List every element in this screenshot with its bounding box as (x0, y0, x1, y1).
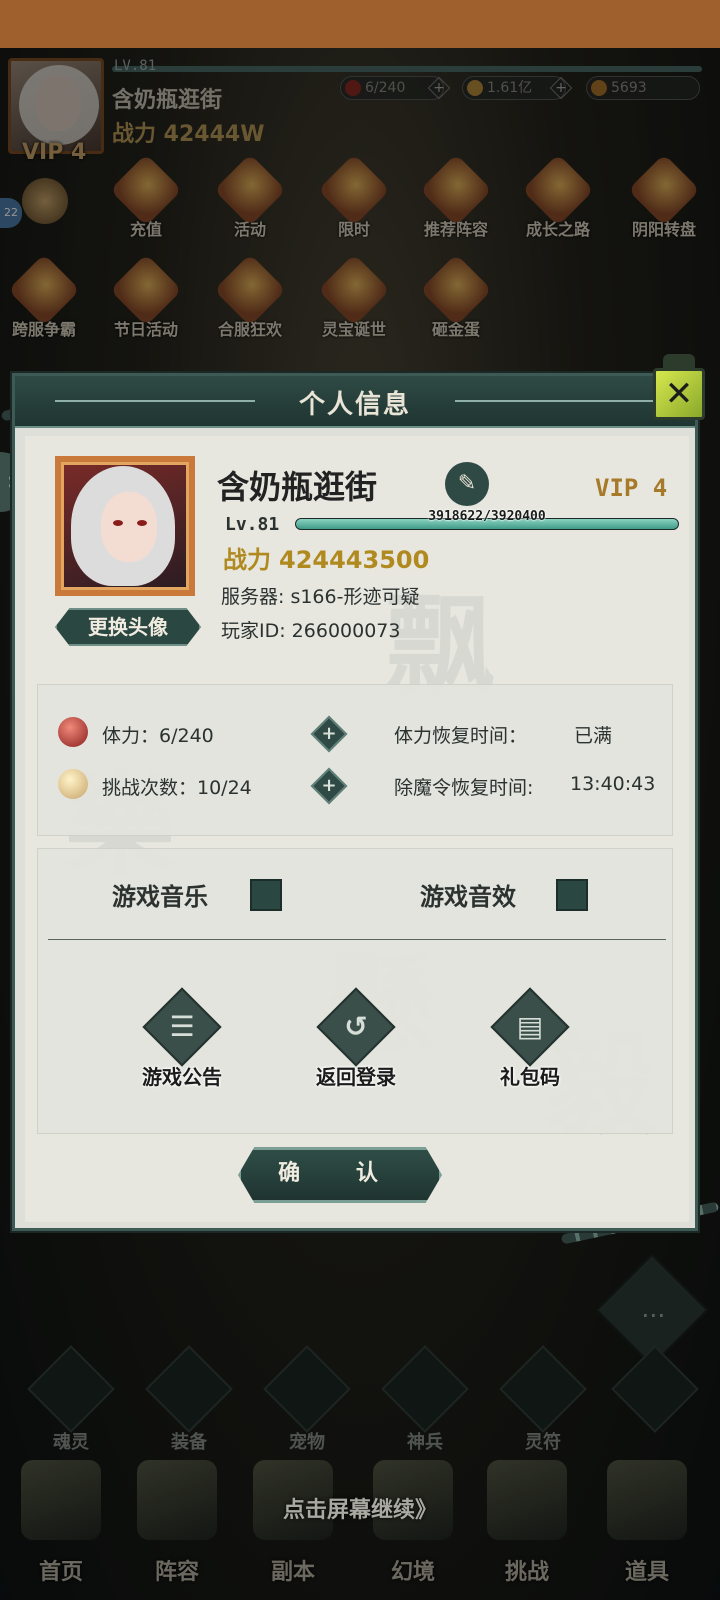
hud-name: 含奶瓶逛街 (112, 88, 223, 113)
gift-code-icon: ▤ (516, 1010, 544, 1043)
player-name: 含奶瓶逛街 (217, 468, 378, 506)
stamina-orb-icon (58, 717, 88, 747)
subnav-weapon[interactable]: 神兵 (380, 1345, 470, 1453)
menu-festival[interactable]: 节日活动 (102, 253, 190, 354)
plus-icon: + (321, 723, 337, 744)
game-music-checkbox[interactable] (250, 879, 282, 911)
resource-coin[interactable]: 1.61亿 + (462, 76, 573, 100)
stamina-orb-icon (345, 80, 361, 96)
exp-text: 3918622/3920400 (428, 509, 546, 524)
seal-recover-label: 除魔令恢复时间: (394, 777, 534, 799)
side-badge[interactable]: 22 (0, 198, 22, 228)
hud-exp-line (112, 66, 702, 72)
game-notice-button[interactable]: ☰ 游戏公告 (122, 987, 242, 1109)
edit-name-button[interactable]: ✎ (445, 462, 489, 506)
nav-lineup[interactable]: 阵容 (118, 1460, 236, 1600)
stamina-recover-label: 体力恢复时间： (394, 725, 528, 747)
menu-golden-egg[interactable]: 砸金蛋 (412, 253, 500, 354)
plus-icon (611, 1345, 699, 1433)
settings-section: 游戏音乐 游戏音效 ☰ 游戏公告 ↺ 返回登录 ▤ 礼包码 (37, 848, 673, 1134)
return-icon: ↺ (344, 1010, 368, 1043)
return-login-button[interactable]: ↺ 返回登录 (296, 987, 416, 1109)
add-stamina-icon[interactable]: + (427, 76, 451, 100)
personal-info-dialog: 个人信息 ✕ 飘 樂 懸 毅 更换头像 含奶瓶逛街 ✎ VIP 4 Lv.81 … (12, 354, 705, 1231)
coin-icon (467, 80, 483, 96)
add-stamina-button[interactable]: + (310, 715, 348, 753)
game-music-label: 游戏音乐 (112, 883, 208, 911)
combat-power-value: 424443500 (279, 546, 430, 574)
dialog-header: 个人信息 (15, 376, 695, 428)
pencil-icon: ✎ (457, 471, 477, 496)
talisman-icon (499, 1345, 587, 1433)
player-id: 玩家ID: 266000073 (221, 620, 401, 642)
nav-dungeon[interactable]: 副本 (234, 1460, 352, 1600)
player-avatar[interactable] (55, 456, 195, 596)
server-info: 服务器: s166-形迹可疑 (221, 586, 420, 608)
pet-icon (263, 1345, 351, 1433)
add-coin-icon[interactable]: + (549, 76, 573, 100)
menu-recommended-lineup[interactable]: 推荐阵容 (412, 153, 500, 254)
stats-section: 体力：6/240 + 体力恢复时间： 已满 挑战次数：10/24 + 除魔令恢复… (37, 684, 673, 836)
resource-stamina[interactable]: 6/240 + (340, 76, 451, 100)
game-screen[interactable]: VIP 4 LV.81 含奶瓶逛街 战力 42444W 6/240 + 1.61… (0, 0, 720, 1600)
stamina-value: 体力：6/240 (102, 725, 214, 747)
menu-cross-server[interactable]: 跨服争霸 (0, 253, 88, 354)
dialog-body: 飘 樂 懸 毅 更换头像 含奶瓶逛街 ✎ VIP 4 Lv.81 3918622… (25, 436, 689, 1222)
resource-ingot[interactable]: 5693 (586, 76, 700, 100)
hud-power: 战力 42444W (112, 122, 265, 147)
player-level: Lv.81 (225, 514, 280, 535)
subnav-soul[interactable]: 魂灵 (26, 1345, 116, 1453)
nav-home[interactable]: 首页 (2, 1460, 120, 1600)
challenge-ticket-icon (58, 769, 88, 799)
subnav-more[interactable]: + (610, 1345, 700, 1442)
confirm-button[interactable]: 确 认 (238, 1147, 442, 1203)
tap-to-continue[interactable]: 点击屏幕继续》 (0, 1492, 720, 1524)
menu-recharge[interactable]: 充值 (102, 153, 190, 254)
nav-illusion[interactable]: 幻境 (354, 1460, 472, 1600)
subnav-pet[interactable]: 宠物 (262, 1345, 352, 1453)
menu-activity[interactable]: 活动 (206, 153, 294, 254)
vip-level: VIP 4 (595, 474, 668, 502)
notice-icon: ☰ (169, 1010, 195, 1043)
stamina-recover-value: 已满 (574, 725, 613, 747)
add-challenge-button[interactable]: + (310, 767, 348, 805)
weapon-icon (381, 1345, 469, 1433)
ingot-icon (591, 80, 607, 96)
subnav-equipment[interactable]: 装备 (144, 1345, 234, 1453)
menu-spirit-treasure[interactable]: 灵宝诞世 (310, 253, 398, 354)
hud-level: LV.81 (114, 58, 157, 74)
status-bar (0, 0, 720, 48)
dialog-title: 个人信息 (298, 390, 411, 420)
plus-icon: + (321, 775, 337, 796)
change-avatar-button[interactable]: 更换头像 (55, 608, 201, 646)
nav-challenge[interactable]: 挑战 (468, 1460, 586, 1600)
chat-bubble-icon: … (641, 1295, 666, 1323)
menu-yinyang-wheel[interactable]: 阴阳转盘 (620, 153, 708, 254)
close-button[interactable]: ✕ (649, 352, 707, 430)
combat-power: 战力 424443500 (223, 546, 430, 574)
close-lantern-icon: ✕ (653, 368, 705, 420)
menu-merge-carnival[interactable]: 合服狂欢 (206, 253, 294, 354)
soul-icon (27, 1345, 115, 1433)
settings-divider (48, 939, 666, 940)
challenge-count: 挑战次数：10/24 (102, 777, 252, 799)
subnav-talisman[interactable]: 灵符 (498, 1345, 588, 1453)
menu-limited[interactable]: 限时 (310, 153, 398, 254)
armor-icon (145, 1345, 233, 1433)
menu-growth-path[interactable]: 成长之路 (514, 153, 602, 254)
side-orb-icon[interactable] (22, 178, 68, 224)
game-sfx-label: 游戏音效 (420, 883, 516, 911)
seal-recover-value: 13:40:43 (570, 773, 656, 795)
nav-items[interactable]: 道具 (588, 1460, 706, 1600)
gift-code-button[interactable]: ▤ 礼包码 (470, 987, 590, 1109)
game-sfx-checkbox[interactable] (556, 879, 588, 911)
hud-vip: VIP 4 (22, 140, 87, 165)
